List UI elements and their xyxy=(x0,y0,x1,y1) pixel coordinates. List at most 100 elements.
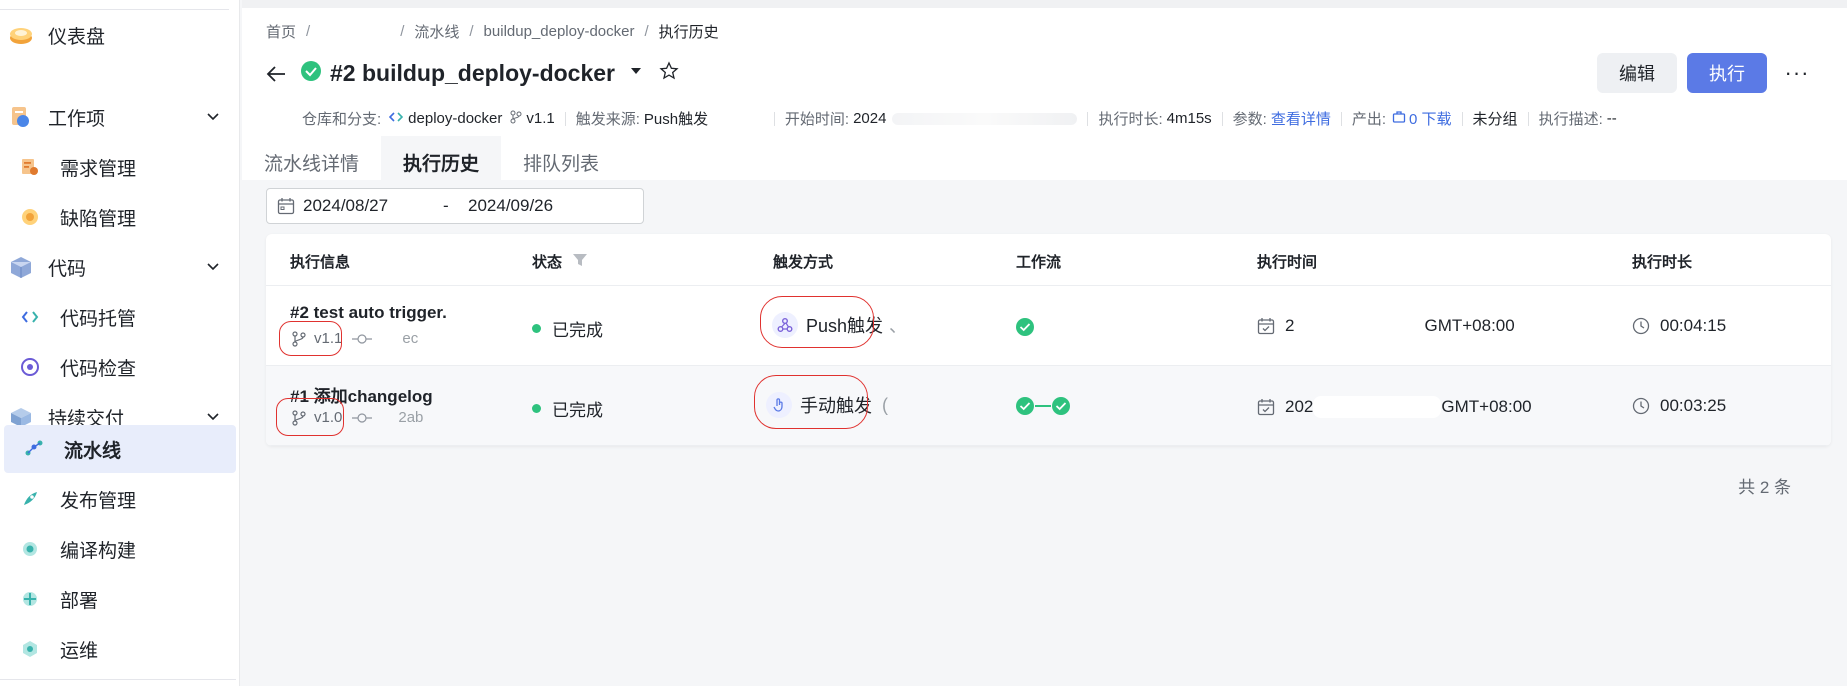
repo-branch-key: 仓库和分支: xyxy=(302,111,382,128)
trigger-cell: Push触发 、 xyxy=(772,312,907,338)
tab-queue[interactable]: 排队列表 xyxy=(501,136,621,188)
sidebar-item-deploy[interactable]: 部署 xyxy=(0,575,236,623)
status-dot xyxy=(532,324,541,333)
sidebar-item-build[interactable]: 编译构建 xyxy=(0,525,236,573)
start-time-key: 开始时间: xyxy=(784,111,850,128)
version-tag: v1.1 xyxy=(314,330,343,347)
trigger-text: Push触发 xyxy=(806,316,884,336)
more-icon[interactable]: ··· xyxy=(1777,53,1817,93)
workflow-stage xyxy=(1015,317,1035,342)
timezone: GMT+08:00 xyxy=(1424,316,1515,335)
sidebar-item-label: 代码检查 xyxy=(60,358,137,380)
run-duration: 00:03:25 xyxy=(1632,396,1726,416)
column-header: 执行时长 xyxy=(1632,254,1693,271)
sidebar-item-label: 代码 xyxy=(48,258,87,280)
tab-pipeline-detail[interactable]: 流水线详情 xyxy=(242,136,381,188)
column-header: 执行信息 xyxy=(290,254,351,271)
run-title-link[interactable]: #1 添加changelog xyxy=(290,382,433,407)
commit-id[interactable]: ec xyxy=(402,330,418,347)
trigger-value: Push触发 xyxy=(643,111,709,128)
trigger-extra: ( xyxy=(882,394,888,415)
sidebar-top-divider xyxy=(0,0,229,10)
redacted-block xyxy=(892,112,1078,125)
run-time: 2 GMT+08:00 xyxy=(1257,316,1515,336)
chevron-down-icon[interactable] xyxy=(206,109,220,128)
edit-button[interactable]: 编辑 xyxy=(1597,53,1677,93)
breadcrumb-pipeline[interactable]: buildup_deploy-docker xyxy=(484,23,635,40)
sidebar-item-label: 编译构建 xyxy=(60,540,137,562)
webhook-icon xyxy=(772,312,798,338)
stage-success-icon[interactable] xyxy=(1015,317,1035,337)
sidebar-item-pipeline[interactable]: 流水线 xyxy=(4,425,236,473)
sidebar-item-label: 需求管理 xyxy=(60,158,137,180)
star-icon[interactable] xyxy=(659,61,679,86)
run-version: v1.0 2ab xyxy=(292,409,423,426)
sidebar-item-code-check[interactable]: 代码检查 xyxy=(0,343,236,391)
page-header: 首页 / / 流水线 / buildup_deploy-docker / 执行历… xyxy=(242,0,1847,188)
breadcrumb-current: 执行历史 xyxy=(658,24,719,41)
group-value: 未分组 xyxy=(1472,111,1518,128)
status-dot xyxy=(532,404,541,413)
end-date[interactable]: 2024/09/26 xyxy=(468,196,553,216)
pipeline-icon xyxy=(24,439,44,459)
time-prefix: 2 xyxy=(1285,316,1295,335)
sidebar-item-defects[interactable]: 缺陷管理 xyxy=(0,193,236,241)
breadcrumb-separator: / xyxy=(306,23,311,40)
calendar-check-icon xyxy=(1257,399,1275,416)
workitem-icon xyxy=(8,104,34,130)
column-header: 触发方式 xyxy=(773,254,834,271)
date-range-picker[interactable]: 2024/08/27 - 2024/09/26 xyxy=(266,188,644,224)
commit-id[interactable]: 2ab xyxy=(398,409,423,426)
date-separator: - xyxy=(443,196,449,215)
chevron-down-icon[interactable] xyxy=(206,259,220,278)
column-header: 状态 xyxy=(532,254,563,271)
timezone: GMT+08:00 xyxy=(1441,397,1532,416)
table-row[interactable]: #2 test auto trigger. v1.1 ec 已完成 Push触发… xyxy=(266,286,1831,366)
requirement-icon xyxy=(20,157,40,177)
run-button[interactable]: 执行 xyxy=(1687,53,1767,93)
divider xyxy=(1087,111,1089,126)
back-arrow-icon[interactable] xyxy=(264,62,288,86)
desc-value: -- xyxy=(1606,110,1617,127)
rocket-icon xyxy=(20,489,40,509)
sidebar-item-workitems[interactable]: 工作项 xyxy=(0,93,236,141)
status-text: 已完成 xyxy=(552,321,603,340)
desc-key: 执行描述: xyxy=(1538,111,1603,128)
stage-connector xyxy=(1035,405,1051,407)
page-title: #2 buildup_deploy-docker xyxy=(330,60,615,86)
table-row[interactable]: #1 添加changelog v1.0 2ab 已完成 手动触发 (202 G… xyxy=(266,366,1831,446)
code-icon xyxy=(8,254,34,280)
success-check-icon xyxy=(300,60,322,87)
sidebar-item-dashboard[interactable]: 仪表盘 xyxy=(0,11,236,59)
repo-name[interactable]: deploy-docker xyxy=(408,110,502,127)
sidebar-item-code[interactable]: 代码 xyxy=(0,243,236,291)
clock-icon xyxy=(1632,317,1650,335)
sidebar-item-requirements[interactable]: 需求管理 xyxy=(0,143,236,191)
dashboard-icon xyxy=(8,22,34,48)
breadcrumb-home[interactable]: 首页 xyxy=(266,21,296,42)
run-title-link[interactable]: #2 test auto trigger. xyxy=(290,303,447,323)
tab-run-history[interactable]: 执行历史 xyxy=(381,136,502,188)
stage-success-icon[interactable] xyxy=(1051,396,1071,416)
divider xyxy=(1461,111,1463,126)
filter-icon[interactable] xyxy=(572,252,588,272)
sidebar-item-ops[interactable]: 运维 xyxy=(0,625,236,673)
deploy-icon xyxy=(20,589,40,609)
caret-down-icon[interactable] xyxy=(629,64,643,83)
branch-name: v1.1 xyxy=(526,110,555,127)
breadcrumb-separator: / xyxy=(469,23,474,40)
divider xyxy=(1527,111,1529,126)
sidebar-item-code-hosting[interactable]: 代码托管 xyxy=(0,293,236,341)
breadcrumb-separator: / xyxy=(644,23,649,40)
stage-success-icon[interactable] xyxy=(1015,396,1035,416)
start-date[interactable]: 2024/08/27 xyxy=(303,196,443,216)
output-link[interactable]: 0 下载 xyxy=(1409,108,1452,129)
calendar-icon xyxy=(277,197,295,215)
branch-icon xyxy=(510,110,522,128)
output-key: 产出: xyxy=(1351,111,1387,128)
sidebar-item-release[interactable]: 发布管理 xyxy=(0,475,236,523)
breadcrumb-pipelines[interactable]: 流水线 xyxy=(414,21,459,42)
trigger-key: 触发来源: xyxy=(575,111,640,128)
status-badge: 已完成 xyxy=(532,316,603,341)
params-link[interactable]: 查看详情 xyxy=(1271,108,1331,129)
